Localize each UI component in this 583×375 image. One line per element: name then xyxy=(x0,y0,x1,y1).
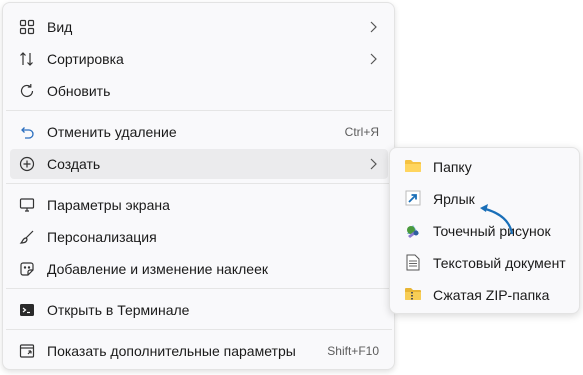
submenu-item-label: Папку xyxy=(433,159,472,175)
annotation-arrow-icon xyxy=(480,204,514,235)
submenu-item-label: Текстовый документ xyxy=(433,255,566,271)
submenu-item-folder[interactable]: Папку xyxy=(396,151,574,181)
brush-icon xyxy=(18,228,36,246)
terminal-icon xyxy=(18,301,36,319)
menu-item-label: Открыть в Терминале xyxy=(47,302,190,318)
chevron-right-icon xyxy=(366,52,380,66)
menu-item-label: Параметры экрана xyxy=(47,197,170,213)
submenu-item-zip-folder[interactable]: Сжатая ZIP-папка xyxy=(396,279,574,309)
menu-item-label: Добавление и изменение наклеек xyxy=(47,261,268,277)
text-document-icon xyxy=(404,253,422,271)
menu-separator xyxy=(6,288,392,289)
submenu-item-text-document[interactable]: Текстовый документ xyxy=(396,247,574,277)
sort-icon xyxy=(18,50,36,68)
refresh-icon xyxy=(18,82,36,100)
chevron-right-icon xyxy=(366,20,380,34)
menu-item-label: Показать дополнительные параметры xyxy=(47,343,296,359)
menu-item-stickers[interactable]: Добавление и изменение наклеек xyxy=(10,254,388,284)
plus-circle-icon xyxy=(18,155,36,173)
undo-icon xyxy=(18,123,36,141)
bitmap-icon xyxy=(404,221,422,239)
submenu-item-label: Сжатая ZIP-папка xyxy=(433,287,550,303)
menu-item-sort[interactable]: Сортировка xyxy=(10,44,388,74)
menu-separator xyxy=(6,110,392,111)
menu-item-view[interactable]: Вид xyxy=(10,12,388,42)
shortcut-icon xyxy=(404,189,422,207)
menu-item-create[interactable]: Создать xyxy=(10,149,388,179)
menu-item-label: Отменить удаление xyxy=(47,124,177,140)
menu-item-undo-delete[interactable]: Отменить удаление Ctrl+Я xyxy=(10,117,388,147)
menu-item-open-terminal[interactable]: Открыть в Терминале xyxy=(10,295,388,325)
menu-separator xyxy=(6,183,392,184)
menu-item-personalization[interactable]: Персонализация xyxy=(10,222,388,252)
menu-item-label: Вид xyxy=(47,19,73,35)
menu-item-label: Создать xyxy=(47,156,101,172)
grid-view-icon xyxy=(18,18,36,36)
menu-item-display-settings[interactable]: Параметры экрана xyxy=(10,190,388,220)
more-options-icon xyxy=(18,342,36,360)
menu-separator xyxy=(6,329,392,330)
display-icon xyxy=(18,196,36,214)
shortcut-text: Shift+F10 xyxy=(327,344,379,358)
submenu-item-label: Ярлык xyxy=(433,191,475,207)
menu-item-more-options[interactable]: Показать дополнительные параметры Shift+… xyxy=(10,336,388,366)
menu-item-label: Обновить xyxy=(47,83,111,99)
menu-item-refresh[interactable]: Обновить xyxy=(10,76,388,106)
zip-folder-icon xyxy=(404,285,422,303)
sticker-icon xyxy=(18,260,36,278)
chevron-right-icon xyxy=(366,157,380,171)
menu-item-label: Сортировка xyxy=(47,51,124,67)
context-menu: Вид Сортировка Обновить Отменить удалени… xyxy=(2,2,395,370)
folder-icon xyxy=(404,157,422,175)
shortcut-text: Ctrl+Я xyxy=(344,125,379,139)
menu-item-label: Персонализация xyxy=(47,229,157,245)
